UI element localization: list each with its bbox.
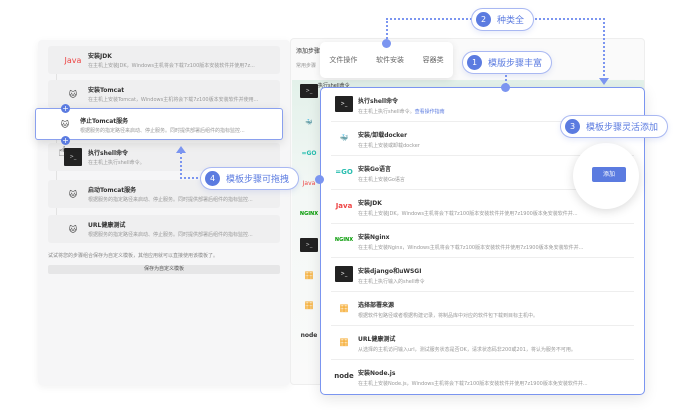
package-icon: ▦ bbox=[304, 299, 314, 311]
hand-cursor-icon: ☝ bbox=[58, 144, 67, 160]
connector-dot bbox=[382, 39, 391, 48]
step-desc: 在主机上执行输入的shell命令 bbox=[358, 279, 425, 285]
step-title: 选择部署来源 bbox=[358, 302, 395, 309]
common-steps-label: 常用步骤 bbox=[296, 63, 317, 69]
step-card[interactable]: Java 安装JDK 在主机上安装JDK，Windows主机将会下载7z100版本安… bbox=[48, 46, 280, 74]
tomcat-icon: 🐱 bbox=[68, 224, 78, 234]
tab-file-ops[interactable]: 文件操作 bbox=[329, 55, 357, 65]
step-desc: 在主机上执行shell命令。查看操作指南 bbox=[358, 109, 445, 115]
guide-link[interactable]: 查看操作指南 bbox=[415, 109, 445, 115]
list-item[interactable]: >_ 安装django和uWSGI 在主机上执行输入的shell命令 bbox=[331, 258, 634, 292]
package-icon: ▦ bbox=[339, 336, 349, 348]
nodejs-icon: node bbox=[334, 372, 354, 380]
plus-icon[interactable]: + bbox=[61, 104, 70, 113]
step-title: 安装JDK bbox=[358, 200, 382, 207]
terminal-icon: >_ bbox=[300, 84, 318, 98]
badge-draggable: 4 模板步骤可拖拽 bbox=[200, 167, 300, 190]
step-title: 安装Node.js bbox=[358, 370, 396, 377]
terminal-icon: >_ bbox=[64, 148, 82, 166]
step-title: 安装Tomcat bbox=[88, 87, 125, 94]
step-card[interactable]: 🐱 URL健康测试根据服务的指定路径来启动、停止服务。同时提供部署后组件的指标监控… bbox=[48, 215, 280, 243]
step-card[interactable]: 🐱 安装Tomcat 在主机上安装Tomcat，Windows主机将会下载7z100… bbox=[48, 80, 280, 108]
dragged-step-card[interactable]: 🐱 停止Tomcat服务根据服务的指定路径来启动、停止服务。同时提供部署后组件的指… bbox=[35, 108, 283, 140]
arrow-down-icon bbox=[599, 78, 609, 85]
step-desc: 根据服务的指定路径来启动、停止服务。同时提供部署后组件的指标监控... bbox=[88, 232, 253, 238]
step-desc: 从选择的主机访问输入url，测试服务状态是否OK，请求状态码非200或201，将… bbox=[358, 347, 576, 353]
nodejs-icon: node bbox=[300, 331, 318, 339]
badge-flexible-add: 3 模板步骤灵活添加 bbox=[560, 115, 669, 138]
step-title: 安装JDK bbox=[88, 53, 112, 60]
tomcat-icon: 🐱 bbox=[68, 189, 78, 199]
step-desc: 在主机上安装JDK，Windows主机将会下载7z100版本安装软件并使用7z.… bbox=[88, 63, 255, 69]
step-desc: 根据软件包路径或者根据构建记录，将制品库中对应的软件包下载到目标主机中。 bbox=[358, 313, 539, 319]
terminal-icon: >_ bbox=[335, 266, 353, 282]
step-desc: 在主机上安装JDK，Windows主机将会下载7z100版本安装软件并使用7z1… bbox=[358, 211, 578, 217]
list-item[interactable]: node 安装Node.js 在主机上安装Node.js，Windows主机将会下载… bbox=[331, 360, 634, 394]
step-title: 安装/卸载docker bbox=[358, 132, 408, 139]
step-title: 安装Go语言 bbox=[358, 166, 392, 173]
connector-dot bbox=[501, 83, 510, 92]
nginx-icon: NGINX bbox=[299, 211, 319, 217]
step-title: 执行shell命令 bbox=[88, 150, 129, 157]
step-title: 启动Tomcat服务 bbox=[88, 187, 137, 194]
terminal-icon: >_ bbox=[335, 96, 353, 112]
tab-software-install[interactable]: 软件安装 bbox=[376, 55, 404, 65]
badge-rich-templates: 1 模版步骤丰富 bbox=[462, 51, 553, 74]
list-item[interactable]: ▦ 选择部署来源根据软件包路径或者根据构建记录，将制品库中对应的软件包下载到目标主… bbox=[331, 292, 634, 326]
save-hint: 试试将您的步骤组合保存为自定义模板，其他应用就可以直接使用该模板了。 bbox=[48, 253, 219, 259]
step-desc: 在主机上安装或卸载docker bbox=[358, 143, 420, 149]
java-icon: Java bbox=[64, 55, 82, 65]
terminal-icon: >_ bbox=[300, 238, 318, 252]
badge-many-categories: 2 种类全 bbox=[471, 8, 535, 31]
connector-dot bbox=[315, 175, 324, 184]
tomcat-icon: 🐱 bbox=[68, 89, 78, 99]
go-icon: =GO bbox=[301, 149, 317, 157]
connector-dotted-line bbox=[386, 18, 472, 43]
step-title: URL健康测试 bbox=[88, 222, 126, 229]
docker-icon: 🐳 bbox=[305, 118, 313, 126]
go-icon: =GO bbox=[335, 168, 353, 176]
step-title: URL健康测试 bbox=[358, 336, 396, 343]
step-title: 执行shell命令 bbox=[358, 98, 399, 105]
java-icon: Java bbox=[335, 202, 353, 210]
arrow-up-icon bbox=[176, 146, 186, 153]
docker-icon: 🐳 bbox=[339, 134, 349, 142]
step-desc: 在主机上安装Go语言 bbox=[358, 177, 405, 183]
step-desc: 根据服务的指定路径来启动、停止服务。同时提供部署后组件的指标监控... bbox=[88, 197, 253, 203]
step-desc: 在主机上安装Nginx，Windows主机将会下载7z100版本安装软件并使用7… bbox=[358, 245, 584, 251]
tab-container[interactable]: 容器类 bbox=[423, 55, 444, 65]
step-desc: 在主机上安装Tomcat，Windows主机将会下载7z100版本安装软件并使用… bbox=[88, 97, 259, 103]
list-item[interactable]: ▦ URL健康测试从选择的主机访问输入url，测试服务状态是否OK，请求状态码非2… bbox=[331, 326, 634, 360]
add-button[interactable]: 添加 bbox=[592, 167, 626, 182]
step-desc: 在主机上安装Node.js，Windows主机将会下载7z100版本安装软件并使… bbox=[358, 381, 588, 387]
package-icon: ▦ bbox=[339, 302, 349, 314]
step-title: 安装django和uWSGI bbox=[358, 268, 422, 275]
connector-dotted-line bbox=[180, 152, 202, 179]
list-item[interactable]: NGINX 安装Nginx 在主机上安装Nginx，Windows主机将会下载7z1… bbox=[331, 224, 634, 258]
tomcat-icon: 🐱 bbox=[60, 119, 70, 129]
step-title: 停止Tomcat服务 bbox=[80, 118, 129, 125]
step-title: 安装Nginx bbox=[358, 234, 390, 241]
package-icon: ▦ bbox=[304, 269, 314, 281]
save-template-button[interactable]: 保存为自定义模板 bbox=[48, 265, 280, 274]
add-step-title: 添加步骤 bbox=[296, 48, 321, 55]
nginx-icon: NGINX bbox=[334, 237, 354, 243]
step-desc: 根据服务的指定路径来启动、停止服务。同时提供部署后组件的指标监控... bbox=[80, 128, 245, 134]
